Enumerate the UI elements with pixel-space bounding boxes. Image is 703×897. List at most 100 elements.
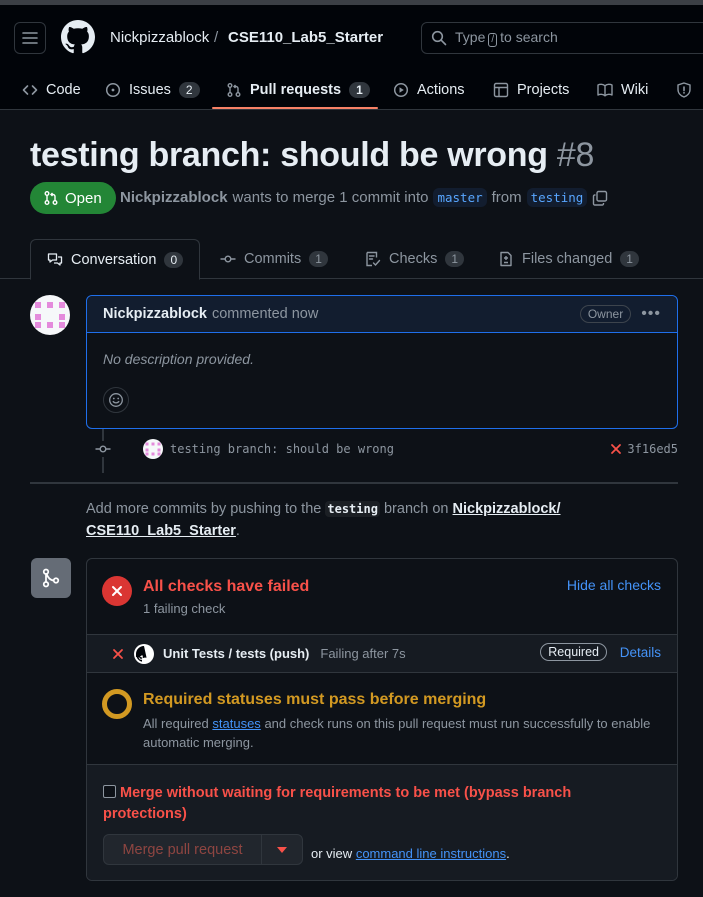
tab-wiki[interactable]: Wiki <box>597 69 648 110</box>
hamburger-icon <box>22 32 38 44</box>
breadcrumb-owner[interactable]: Nickpizzablock <box>110 29 209 46</box>
pr-number: #8 <box>556 136 595 174</box>
comment-discussion-icon <box>47 252 63 266</box>
tab-actions-label: Actions <box>417 81 465 98</box>
tab-security[interactable] <box>676 69 692 110</box>
x-fail-icon <box>113 648 123 659</box>
merge-text: wants to merge 1 commit into <box>232 189 429 206</box>
issue-icon <box>105 82 121 97</box>
page-title: testing branch: should be wrong #8 <box>30 136 594 175</box>
kebab-menu-icon[interactable]: ••• <box>641 305 661 323</box>
tab-issues[interactable]: Issues 2 <box>105 69 200 110</box>
statuses-link[interactable]: statuses <box>212 716 260 731</box>
requirements-section: Required statuses must pass before mergi… <box>87 672 677 764</box>
triangle-down-icon <box>277 846 287 853</box>
command-line-instructions-link[interactable]: command line instructions <box>356 846 506 861</box>
tab-checks[interactable]: Checks 1 <box>365 239 465 279</box>
pull-request-icon <box>227 82 241 97</box>
commit-icon <box>220 255 236 263</box>
commit-sha-label: 3f16ed5 <box>627 442 678 456</box>
hide-all-checks-link[interactable]: Hide all checks <box>567 577 661 593</box>
from-text: from <box>491 189 522 206</box>
repo-link[interactable]: Nickpizzablock/ <box>453 501 561 517</box>
comment-header: Nickpizzablock commented now Owner ••• <box>87 296 677 333</box>
repo-header: Nickpizzablock / CSE110_Lab5_Starter Typ… <box>0 5 703 110</box>
tab-commits[interactable]: Commits 1 <box>220 239 328 279</box>
status-badge: Open <box>30 182 116 214</box>
tab-issues-count: 2 <box>178 81 200 98</box>
avatar[interactable] <box>30 295 70 335</box>
base-branch[interactable]: master <box>433 188 487 207</box>
search-input[interactable]: Type / to search <box>421 22 703 54</box>
checks-title: All checks have failed <box>143 578 310 595</box>
required-badge: Required <box>540 643 607 661</box>
tab-actions[interactable]: Actions <box>393 69 465 110</box>
comment-time[interactable]: commented now <box>212 306 318 322</box>
owner-badge: Owner <box>579 305 632 323</box>
tab-conversation-count: 0 <box>164 251 184 268</box>
add-commits-hint: Add more commits by pushing to the testi… <box>86 501 561 539</box>
details-link[interactable]: Details <box>620 645 661 660</box>
checklist-icon <box>366 251 381 267</box>
git-merge-icon <box>31 558 71 598</box>
breadcrumb-repo[interactable]: CSE110_Lab5_Starter <box>228 29 383 46</box>
pr-meta: Nickpizzablock wants to merge 1 commit i… <box>120 188 608 207</box>
tab-pull-requests-count: 1 <box>349 81 370 98</box>
check-name: Unit Tests / tests (push) <box>163 646 310 661</box>
smiley-icon <box>109 393 123 407</box>
head-branch[interactable]: testing <box>526 188 588 207</box>
tab-wiki-label: Wiki <box>621 81 649 98</box>
tab-projects-label: Projects <box>517 81 570 98</box>
requirements-description: All required statuses and check runs on … <box>143 716 651 750</box>
pr-tabs: Conversation 0 Commits 1 Checks 1 Files … <box>30 239 678 280</box>
tab-files-changed-label: Files changed <box>522 251 613 267</box>
tab-projects[interactable]: Projects <box>493 69 569 110</box>
book-icon <box>597 83 613 96</box>
tab-pull-requests-label: Pull requests <box>250 81 342 98</box>
checks-summary: All checks have failed 1 failing check H… <box>87 559 677 634</box>
requirements-title: Required statuses must pass before mergi… <box>143 691 487 708</box>
code-icon <box>22 84 38 95</box>
tab-issues-label: Issues <box>129 81 171 98</box>
menu-button[interactable] <box>14 22 46 54</box>
pr-author-link[interactable]: Nickpizzablock <box>120 189 228 206</box>
pr-description-comment: Nickpizzablock commented now Owner ••• N… <box>86 295 678 429</box>
github-logo-icon[interactable] <box>61 20 95 54</box>
tab-conversation-label: Conversation <box>71 251 157 268</box>
timeline-divider <box>30 482 678 484</box>
tab-files-changed[interactable]: Files changed 1 <box>498 239 639 279</box>
pending-circle-icon <box>102 689 132 719</box>
slash-key-hint: / <box>488 33 498 47</box>
merge-method-dropdown[interactable] <box>262 835 302 864</box>
tab-commits-label: Commits <box>244 251 302 267</box>
add-reaction-button[interactable] <box>103 387 129 413</box>
pull-request-icon <box>44 191 58 205</box>
commit-sha[interactable]: 3f16ed5 <box>610 442 678 456</box>
repo-tabs: Code Issues 2 Pull requests 1 Actions Pr… <box>0 69 703 110</box>
x-fail-icon <box>611 444 622 454</box>
tab-pull-requests[interactable]: Pull requests 1 <box>226 69 370 110</box>
branch-code: testing <box>325 501 380 517</box>
github-actions-icon <box>134 643 154 664</box>
commit-icon <box>95 441 111 457</box>
table-icon <box>493 82 509 97</box>
copy-icon[interactable] <box>592 190 608 206</box>
commit-message[interactable]: testing branch: should be wrong <box>170 442 394 456</box>
breadcrumb-separator: / <box>214 29 219 46</box>
play-icon <box>393 82 409 97</box>
comment-author[interactable]: Nickpizzablock <box>103 306 207 322</box>
tab-code-label: Code <box>46 81 81 98</box>
bypass-checkbox[interactable] <box>103 785 116 798</box>
repo-link-continued[interactable]: CSE110_Lab5_Starter <box>86 523 236 539</box>
merge-pull-request-button[interactable]: Merge pull request <box>104 835 262 864</box>
tab-code[interactable]: Code <box>22 69 81 110</box>
check-status: Failing after 7s <box>320 646 406 661</box>
check-row: Unit Tests / tests (push) Failing after … <box>87 634 677 672</box>
tab-checks-count: 1 <box>445 251 465 267</box>
bypass-checkbox-label[interactable]: Merge without waiting for requirements t… <box>103 783 623 825</box>
search-placeholder: Type / to search <box>455 29 558 47</box>
search-icon <box>431 30 447 46</box>
tab-checks-label: Checks <box>389 251 438 267</box>
commit-author-avatar[interactable] <box>143 439 163 459</box>
tab-conversation[interactable]: Conversation 0 <box>30 239 201 280</box>
